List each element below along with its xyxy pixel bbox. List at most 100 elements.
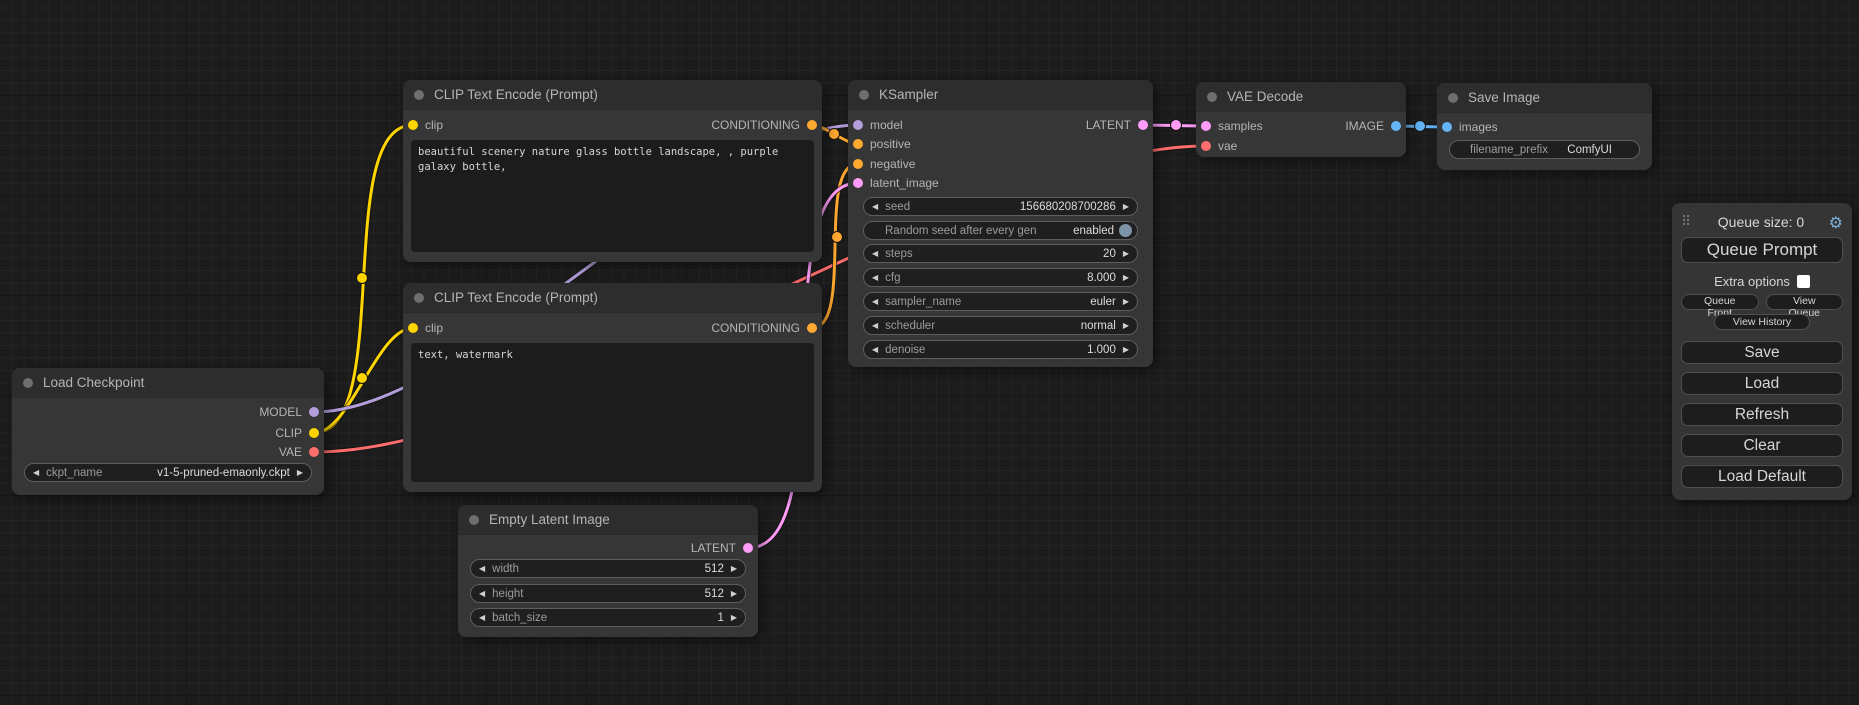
widget-label: width [492,563,519,575]
refresh-button[interactable]: Refresh [1681,403,1843,426]
widget-decrement-icon[interactable]: ◀ [872,346,878,354]
output-slot-dot[interactable] [743,543,753,553]
toggle-knob-icon[interactable] [1119,224,1132,237]
widget-increment-icon[interactable]: ▶ [1123,346,1129,354]
widget-cfg[interactable]: ◀cfg8.000▶ [863,268,1138,287]
widget-increment-icon[interactable]: ▶ [297,469,303,477]
input-slot-dot[interactable] [408,323,418,333]
widget-decrement-icon[interactable]: ◀ [872,250,878,258]
node-title-bar[interactable]: Load Checkpoint [12,368,324,398]
input-slot-images[interactable]: images [1442,120,1498,134]
output-slot-dot[interactable] [309,428,319,438]
node-title-bar[interactable]: Save Image [1437,83,1652,113]
node-empty-latent-image[interactable]: Empty Latent ImageLATENT◀width512▶◀heigh… [458,505,758,637]
widget-scheduler[interactable]: ◀schedulernormal▶ [863,316,1138,335]
widget-increment-icon[interactable]: ▶ [1123,322,1129,330]
output-slot-CONDITIONING[interactable]: CONDITIONING [711,118,817,132]
output-slot-dot[interactable] [1138,120,1148,130]
output-slot-IMAGE[interactable]: IMAGE [1345,119,1401,133]
input-slot-dot[interactable] [853,178,863,188]
output-slot-label: CLIP [275,426,302,440]
widget-seed[interactable]: ◀seed156680208700286▶ [863,197,1138,216]
input-slot-clip[interactable]: clip [408,321,443,335]
output-slot-dot[interactable] [807,323,817,333]
output-slot-CONDITIONING[interactable]: CONDITIONING [711,321,817,335]
input-slot-positive[interactable]: positive [853,137,911,151]
input-slot-model[interactable]: model [853,118,903,132]
input-slot-dot[interactable] [408,120,418,130]
output-slot-dot[interactable] [309,407,319,417]
widget-denoise[interactable]: ◀denoise1.000▶ [863,340,1138,359]
input-slot-latent_image[interactable]: latent_image [853,176,939,190]
output-slot-dot[interactable] [309,447,319,457]
input-slot-vae[interactable]: vae [1201,139,1237,153]
widget-filename_prefix[interactable]: filename_prefixComfyUI [1449,140,1640,159]
input-slot-clip[interactable]: clip [408,118,443,132]
input-slot-negative[interactable]: negative [853,157,915,171]
node-title-bar[interactable]: Empty Latent Image [458,505,758,535]
widget-sampler_name[interactable]: ◀sampler_nameeuler▶ [863,292,1138,311]
widget-ckpt_name[interactable]: ◀ckpt_namev1-5-pruned-emaonly.ckpt▶ [24,463,312,482]
save-button[interactable]: Save [1681,341,1843,364]
input-slot-samples[interactable]: samples [1201,119,1263,133]
output-slot-LATENT[interactable]: LATENT [691,541,753,555]
output-slot-VAE[interactable]: VAE [279,445,319,459]
output-slot-dot[interactable] [807,120,817,130]
node-clip-text-encode-positive[interactable]: CLIP Text Encode (Prompt) clip CONDITIONIN… [403,80,822,262]
widget-width[interactable]: ◀width512▶ [470,559,746,578]
load-default-button[interactable]: Load Default [1681,465,1843,488]
queue-front-button[interactable]: Queue Front [1681,294,1759,310]
widget-decrement-icon[interactable]: ◀ [872,322,878,330]
input-slot-dot[interactable] [1201,141,1211,151]
node-save-image[interactable]: Save Image images filename_prefixComfyUI [1437,83,1652,170]
output-slot-dot[interactable] [1391,121,1401,131]
prompt-textarea[interactable]: beautiful scenery nature glass bottle la… [411,140,814,252]
node-title-bar[interactable]: KSampler [848,80,1153,110]
drag-handle-icon[interactable]: ⠿ [1681,214,1697,230]
widget-height[interactable]: ◀height512▶ [470,584,746,603]
queue-prompt-button[interactable]: Queue Prompt [1681,237,1843,263]
widget-decrement-icon[interactable]: ◀ [33,469,39,477]
node-ksampler[interactable]: KSampler model positive negative latent_imag… [848,80,1153,367]
widget-increment-icon[interactable]: ▶ [731,590,737,598]
extra-options-checkbox[interactable] [1797,275,1810,288]
output-slot-LATENT[interactable]: LATENT [1086,118,1148,132]
widget-steps[interactable]: ◀steps20▶ [863,244,1138,263]
widget-decrement-icon[interactable]: ◀ [479,590,485,598]
input-slot-dot[interactable] [1442,122,1452,132]
widget-decrement-icon[interactable]: ◀ [479,565,485,573]
view-queue-button[interactable]: View Queue [1766,294,1844,310]
widget-batch_size[interactable]: ◀batch_size1▶ [470,608,746,627]
view-history-button[interactable]: View History [1714,314,1810,330]
widget-decrement-icon[interactable]: ◀ [479,614,485,622]
node-title-bar[interactable]: CLIP Text Encode (Prompt) [403,283,822,313]
node-title-bar[interactable]: VAE Decode [1196,82,1406,112]
widget-increment-icon[interactable]: ▶ [1123,298,1129,306]
widget-increment-icon[interactable]: ▶ [1123,250,1129,258]
widget-increment-icon[interactable]: ▶ [731,614,737,622]
widget-Random seed after every gen[interactable]: Random seed after every genenabled [863,221,1138,240]
widget-decrement-icon[interactable]: ◀ [872,298,878,306]
node-load-checkpoint[interactable]: Load Checkpoint MODEL CLIP VAE ◀ckpt_namev1-… [12,368,324,495]
node-title-bar[interactable]: CLIP Text Encode (Prompt) [403,80,822,110]
node-graph-canvas[interactable]: Load Checkpoint MODEL CLIP VAE ◀ckpt_namev1-… [0,0,1859,705]
widget-increment-icon[interactable]: ▶ [1123,203,1129,211]
input-slot-dot[interactable] [853,120,863,130]
settings-gear-icon[interactable]: ⚙ [1825,213,1843,232]
widget-decrement-icon[interactable]: ◀ [872,274,878,282]
widget-value: euler [968,296,1116,308]
output-slot-CLIP[interactable]: CLIP [275,426,319,440]
clear-button[interactable]: Clear [1681,434,1843,457]
widget-decrement-icon[interactable]: ◀ [872,203,878,211]
input-slot-dot[interactable] [853,159,863,169]
widget-increment-icon[interactable]: ▶ [1123,274,1129,282]
node-vae-decode[interactable]: VAE Decode samples vae IMAGE [1196,82,1406,157]
widget-increment-icon[interactable]: ▶ [731,565,737,573]
input-slot-dot[interactable] [1201,121,1211,131]
prompt-textarea[interactable]: text, watermark [411,343,814,482]
input-slot-dot[interactable] [853,139,863,149]
load-button[interactable]: Load [1681,372,1843,395]
node-clip-text-encode-negative[interactable]: CLIP Text Encode (Prompt) clip CONDITIONIN… [403,283,822,492]
output-slot-MODEL[interactable]: MODEL [259,405,319,419]
output-slot-label: VAE [279,445,302,459]
